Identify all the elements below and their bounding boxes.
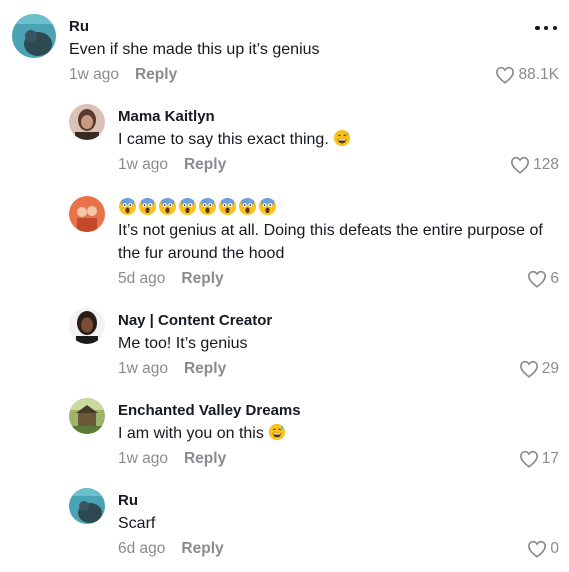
face-screaming-in-fear-icon	[118, 197, 137, 216]
comment-time: 1w ago	[69, 66, 119, 83]
grinning-sweat-emoji-icon	[269, 423, 286, 441]
reply-button[interactable]: Reply	[181, 270, 223, 287]
comment-time: 5d ago	[118, 270, 166, 287]
heart-outline-icon	[528, 270, 547, 288]
avatar[interactable]	[69, 308, 105, 344]
face-screaming-in-fear-icon	[258, 197, 277, 216]
comment-text: Even if she made this up it’s genius	[69, 41, 320, 58]
face-screaming-in-fear-icon	[178, 197, 197, 216]
reply-button[interactable]: Reply	[135, 66, 177, 83]
reply-button[interactable]: Reply	[184, 450, 226, 467]
like-button[interactable]: 17	[519, 450, 559, 468]
comment-username[interactable]	[118, 197, 277, 216]
heart-outline-icon	[511, 156, 530, 174]
avatar[interactable]	[69, 196, 105, 232]
comment-meta: 1w ago Reply	[118, 450, 226, 468]
comment-meta: 1w ago Reply	[118, 156, 226, 174]
comment-meta: 5d ago Reply	[118, 270, 224, 288]
comment-text: I came to say this exact thing.	[118, 128, 351, 151]
comment-meta: 6d ago Reply	[118, 540, 224, 558]
avatar[interactable]	[69, 488, 105, 524]
face-screaming-in-fear-icon	[238, 197, 257, 216]
like-count: 29	[541, 360, 559, 377]
like-count: 0	[550, 540, 559, 557]
comment-time: 1w ago	[118, 360, 168, 377]
like-count: 88.1K	[518, 66, 559, 83]
heart-outline-icon	[519, 360, 538, 378]
comment-text: Scarf	[118, 515, 156, 532]
face-screaming-in-fear-icon	[198, 197, 217, 216]
comment-time: 6d ago	[118, 540, 166, 557]
heart-outline-icon	[519, 450, 538, 468]
comment-text: It’s not genius at all. Doing this defea…	[118, 222, 543, 262]
like-count: 17	[541, 450, 559, 467]
comment-meta: 1w ago Reply	[118, 360, 226, 378]
comment-text: Me too! It’s genius	[118, 335, 248, 352]
heart-outline-icon	[496, 66, 515, 84]
like-button[interactable]: 29	[519, 360, 559, 378]
face-screaming-in-fear-icon	[218, 197, 237, 216]
comment-username[interactable]: Ru	[118, 492, 138, 510]
avatar[interactable]	[12, 14, 56, 58]
grinning-sweat-emoji-icon	[334, 129, 351, 147]
like-button[interactable]: 6	[527, 270, 559, 288]
reply-button[interactable]: Reply	[184, 360, 226, 377]
like-count: 128	[533, 156, 559, 173]
like-button[interactable]: 88.1K	[495, 66, 559, 84]
comment-text-content: I am with you on this	[118, 425, 264, 442]
comment-username[interactable]: Enchanted Valley Dreams	[118, 402, 301, 420]
reply-button[interactable]: Reply	[181, 540, 223, 557]
face-screaming-in-fear-icon	[158, 197, 177, 216]
comment-username[interactable]: Mama Kaitlyn	[118, 108, 215, 126]
reply-button[interactable]: Reply	[184, 156, 226, 173]
comment-text: I am with you on this	[118, 422, 286, 445]
avatar[interactable]	[69, 398, 105, 434]
more-options-icon[interactable]	[535, 18, 557, 38]
avatar[interactable]	[69, 104, 105, 140]
comment-username[interactable]: Nay | Content Creator	[118, 312, 272, 330]
comment-username[interactable]: Ru	[69, 18, 89, 36]
comment-text-content: I came to say this exact thing.	[118, 131, 329, 148]
like-button[interactable]: 128	[510, 156, 559, 174]
heart-outline-icon	[528, 540, 547, 558]
comment-time: 1w ago	[118, 450, 168, 467]
comment-meta: 1w ago Reply	[69, 66, 177, 84]
face-screaming-in-fear-icon	[138, 197, 157, 216]
comment-time: 1w ago	[118, 156, 168, 173]
like-button[interactable]: 0	[527, 540, 559, 558]
like-count: 6	[550, 270, 559, 287]
